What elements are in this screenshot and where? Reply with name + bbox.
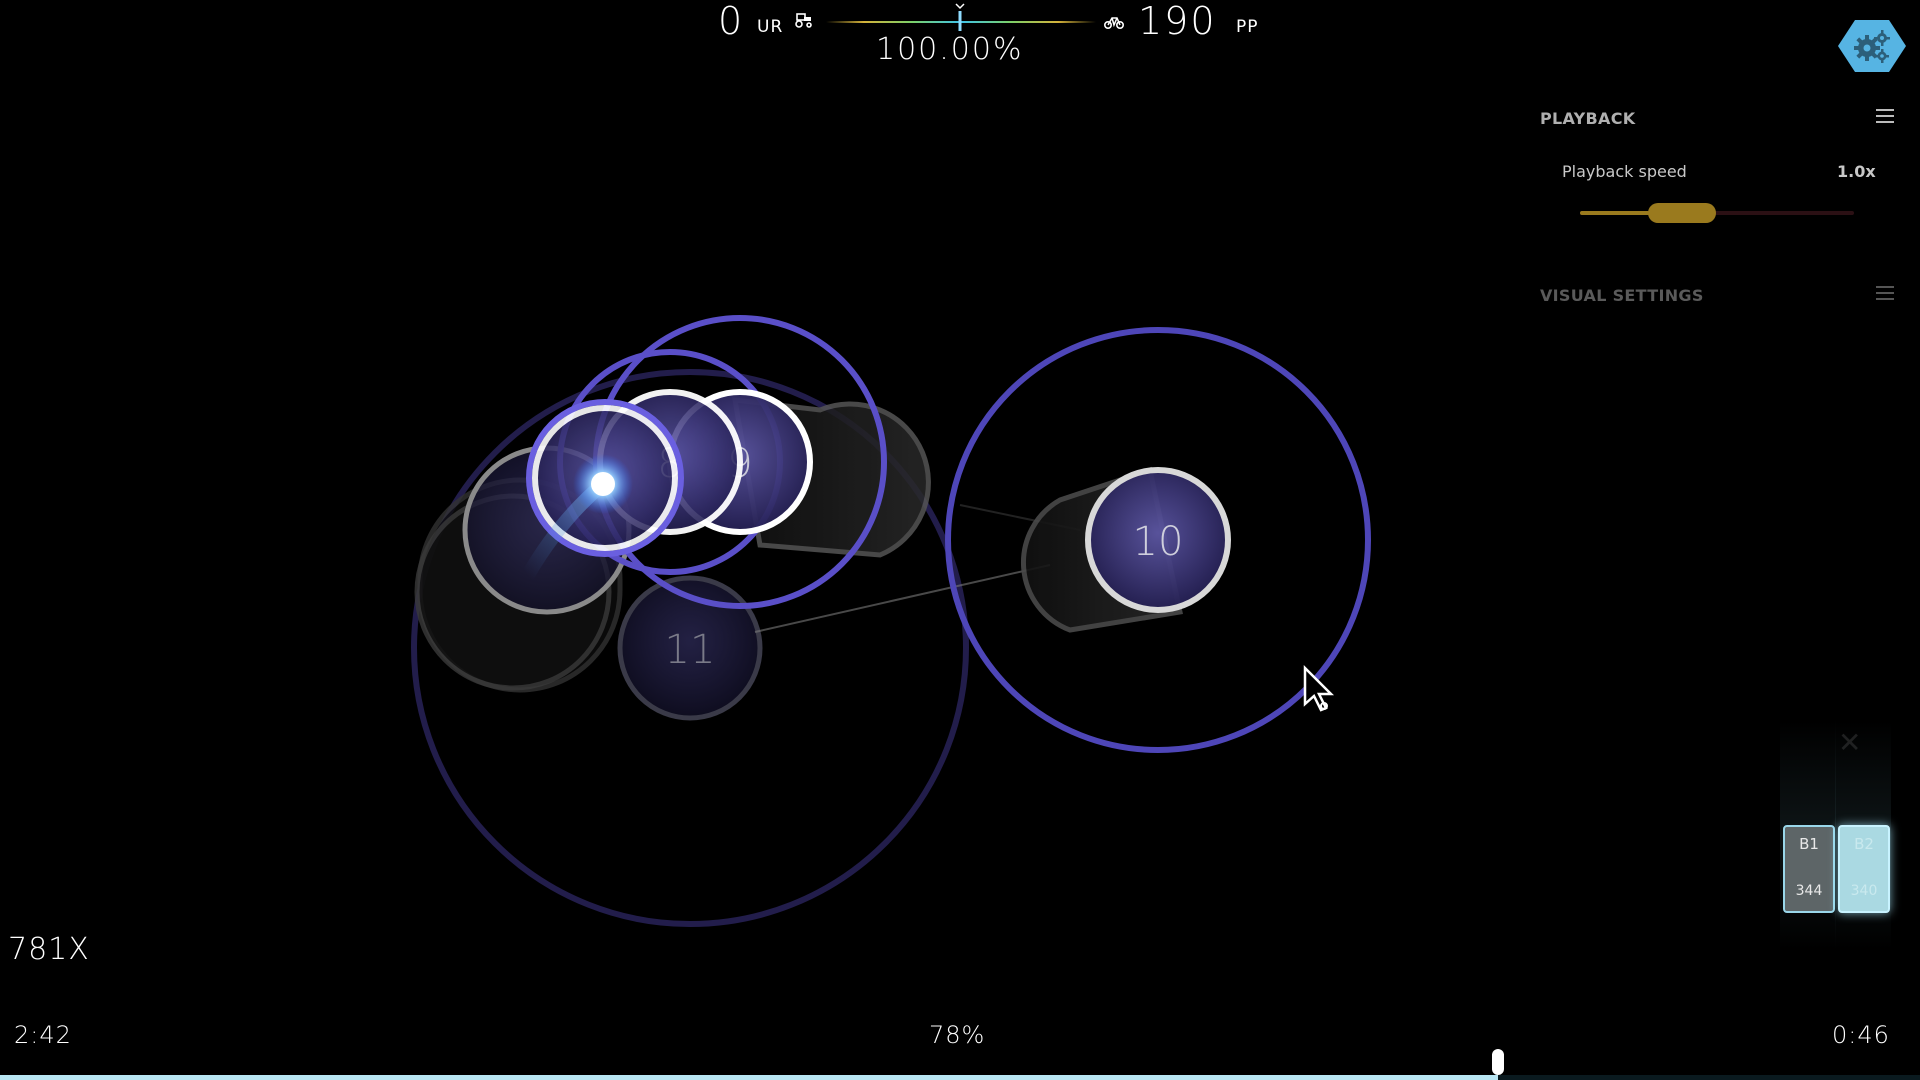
visual-settings-menu-icon[interactable] <box>1876 286 1894 302</box>
accuracy: 100.00% <box>876 32 1024 67</box>
combo-counter: 781X <box>8 932 90 967</box>
performance-points-label: PP <box>1236 17 1259 37</box>
unstable-rate-value: 0 <box>718 0 745 43</box>
playback-speed-value: 1.0x <box>1837 162 1876 181</box>
unstable-rate-label: UR <box>757 17 784 37</box>
progress-percent: 78% <box>929 1021 986 1049</box>
hit-number-10: 10 <box>1133 519 1184 565</box>
key-counter-b2: B2 340 <box>1838 825 1890 913</box>
seek-bar-fill <box>0 1075 1498 1080</box>
cursor-core <box>591 472 615 496</box>
key-count: 344 <box>1795 883 1823 899</box>
playback-speed-label: Playback speed <box>1562 162 1687 181</box>
playback-speed-slider-handle[interactable] <box>1648 203 1716 223</box>
time-remaining: 0:46 <box>1832 1021 1890 1049</box>
tractor-icon <box>795 13 812 28</box>
key-count: 340 <box>1850 883 1878 899</box>
key-counter-b1: B1 344 <box>1783 825 1835 913</box>
visual-settings-section-title[interactable]: VISUAL SETTINGS <box>1540 286 1704 305</box>
playback-speed-slider-fill <box>1580 211 1650 215</box>
playback-section-title[interactable]: PLAYBACK <box>1540 109 1635 128</box>
playback-menu-icon[interactable] <box>1876 109 1894 125</box>
seek-bar-handle[interactable] <box>1491 1049 1504 1075</box>
gears-icon <box>1854 30 1890 63</box>
hit-error-marker-icon <box>955 3 965 31</box>
follow-line <box>754 564 1051 633</box>
hit-number-11: 11 <box>665 627 716 673</box>
performance-points-value: 190 <box>1138 0 1217 43</box>
top-hud: 0 UR 100.00% 190 PP <box>0 0 1920 80</box>
time-elapsed: 2:42 <box>14 1021 72 1049</box>
bicycle-icon <box>1104 17 1124 29</box>
key-label: B1 <box>1799 835 1819 853</box>
key-label: B2 <box>1854 835 1874 853</box>
